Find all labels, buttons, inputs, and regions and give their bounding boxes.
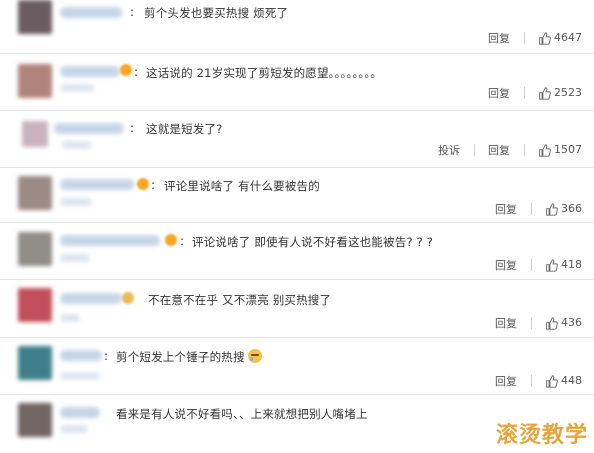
colon: : [134,65,139,79]
like-button[interactable]: 4647 [538,31,582,45]
like-count: 366 [561,202,582,216]
comment-text: 剪个头发也要买热搜 烦死了 [144,6,289,20]
like-count: 436 [561,316,582,330]
reply-button[interactable]: 回复 [488,85,510,101]
comment-actions: 回复 418 [495,257,582,273]
user-badge-icon [137,178,149,190]
user-badge-icon [165,234,177,246]
comment-text: 评论说啥了 即使有人说不好看这也能被告? ? ? [192,235,434,249]
comment-actions: 回复 448 [495,373,582,389]
thumbs-up-icon [546,317,558,330]
username[interactable] [60,179,134,190]
user-subtitle [60,254,90,262]
thumbs-up-icon [539,87,551,100]
divider [530,317,532,329]
reply-button[interactable]: 回复 [495,373,517,389]
colon: : [151,178,156,192]
comment-item: : 剪个头发也要买热搜 烦死了 回复 4647 [0,0,594,54]
reply-button[interactable]: 回复 [495,257,517,273]
comment-text: 看来是有人说不好看吗、、上来就想把别人嘴堵上 [116,407,368,421]
username[interactable] [60,293,122,304]
like-button[interactable]: 1507 [538,143,582,157]
comment-actions: 投诉 回复 1507 [438,142,582,158]
comment-actions: 回复 4647 [488,30,582,46]
comment-actions: 回复 366 [495,201,582,217]
comment-item: : 不在意不在乎 又不漂亮 别买热搜了 回复 436 [0,280,594,338]
comment-text: 剪个短发上个锤子的热搜 [116,349,262,365]
divider [523,87,525,99]
report-button[interactable]: 投诉 [438,142,460,158]
like-button[interactable]: 418 [545,258,582,272]
colon: : [130,5,135,19]
divider [473,144,475,156]
watermark-logo: 滚烫教学 [495,423,588,448]
like-count: 2523 [554,86,582,100]
colon: : [130,121,135,135]
comment-text: 不在意不在乎 又不漂亮 别买热搜了 [148,293,332,307]
like-count: 418 [561,258,582,272]
user-subtitle [62,141,92,149]
reply-button[interactable]: 回复 [488,142,510,158]
avatar[interactable] [18,346,52,380]
thumbs-up-icon [546,203,558,216]
reply-button[interactable]: 回复 [488,30,510,46]
comment-item: : 评论说啥了 即使有人说不好看这也能被告? ? ? 回复 418 [0,223,594,280]
like-count: 1507 [554,143,582,157]
username[interactable] [60,350,102,361]
like-button[interactable]: 448 [545,374,582,388]
like-button[interactable]: 366 [545,202,582,216]
user-subtitle [60,84,94,92]
avatar[interactable] [18,403,52,437]
avatar[interactable] [22,121,48,147]
divider [530,203,532,215]
divider [530,375,532,387]
avatar[interactable] [18,0,52,34]
divider [523,144,525,156]
thumbs-up-icon [539,144,551,157]
comment-item: : 评论里说啥了 有什么要被告的 回复 366 [0,168,594,223]
reply-button[interactable]: 回复 [495,201,517,217]
username[interactable] [60,235,160,246]
divider [523,32,525,44]
thumbs-up-icon [546,259,558,272]
comment-text: 这就是短发了? [146,122,223,136]
user-badge-icon [120,64,132,76]
user-badge-icon [122,292,134,304]
like-button[interactable]: 2523 [538,86,582,100]
user-subtitle [60,425,88,433]
avatar[interactable] [18,288,52,322]
like-count: 448 [561,374,582,388]
user-subtitle [60,314,80,322]
username[interactable] [60,7,122,18]
user-subtitle [60,198,92,206]
crying-face-emoji-icon [247,349,262,363]
thumbs-up-icon [539,32,551,45]
reply-button[interactable]: 回复 [495,315,517,331]
username[interactable] [54,123,124,134]
colon: : [180,234,185,248]
username[interactable] [60,66,120,77]
colon: : [104,349,109,363]
divider [530,259,532,271]
like-button[interactable]: 436 [545,316,582,330]
comment-actions: 回复 436 [495,315,582,331]
avatar[interactable] [18,176,52,210]
comment-item: : 这就是短发了? 投诉 回复 1507 [0,111,594,168]
thumbs-up-icon [546,375,558,388]
comment-item: : 这话说的 21岁实现了剪短发的愿望。。。。。。。。 回复 2523 [0,54,594,111]
user-subtitle [60,372,100,380]
username[interactable] [60,407,100,418]
avatar[interactable] [18,232,52,266]
avatar[interactable] [18,64,52,98]
comment-text: 评论里说啥了 有什么要被告的 [164,179,320,193]
comment-actions: 回复 2523 [488,85,582,101]
comment-text: 这话说的 21岁实现了剪短发的愿望。。。。。。。。 [146,66,383,80]
like-count: 4647 [554,31,582,45]
comment-item: : 剪个短发上个锤子的热搜 回复 448 [0,338,594,395]
comment-text-content: 剪个短发上个锤子的热搜 [116,350,245,364]
